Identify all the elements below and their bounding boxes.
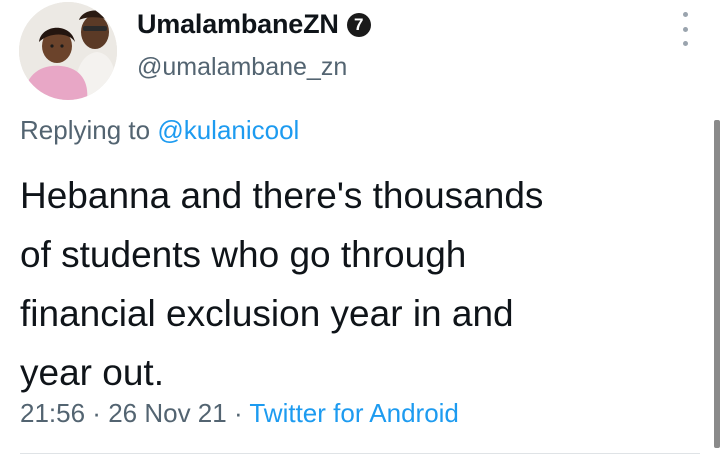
divider — [20, 453, 700, 454]
replying-to: Replying to @kulanicool — [20, 115, 299, 146]
more-vertical-icon[interactable] — [674, 12, 696, 46]
badge-icon: 7 — [346, 12, 371, 37]
mention-link[interactable]: @kulanicool — [157, 115, 299, 145]
replying-prefix: Replying to — [20, 115, 158, 145]
meta-separator: · — [85, 398, 109, 428]
tweet-date[interactable]: 26 Nov 21 — [108, 398, 227, 428]
scrollbar[interactable] — [714, 120, 720, 448]
avatar-image — [19, 2, 117, 100]
tweet-text: Hebanna and there's thousands of student… — [20, 175, 544, 393]
avatar[interactable] — [19, 2, 117, 100]
tweet: UmalambaneZN 7 @umalambane_zn Replying t… — [0, 0, 720, 460]
tweet-meta: 21:56 · 26 Nov 21 · Twitter for Android — [20, 398, 459, 429]
user-handle[interactable]: @umalambane_zn — [137, 53, 347, 82]
tweet-time[interactable]: 21:56 — [20, 398, 85, 428]
more-dot — [682, 12, 688, 17]
display-name[interactable]: UmalambaneZN 7 — [137, 9, 371, 40]
more-dot — [682, 41, 688, 46]
tweet-source-link[interactable]: Twitter for Android — [249, 398, 459, 428]
meta-separator: · — [226, 398, 250, 428]
more-dot — [682, 26, 688, 32]
display-name-text[interactable]: UmalambaneZN — [137, 9, 339, 40]
